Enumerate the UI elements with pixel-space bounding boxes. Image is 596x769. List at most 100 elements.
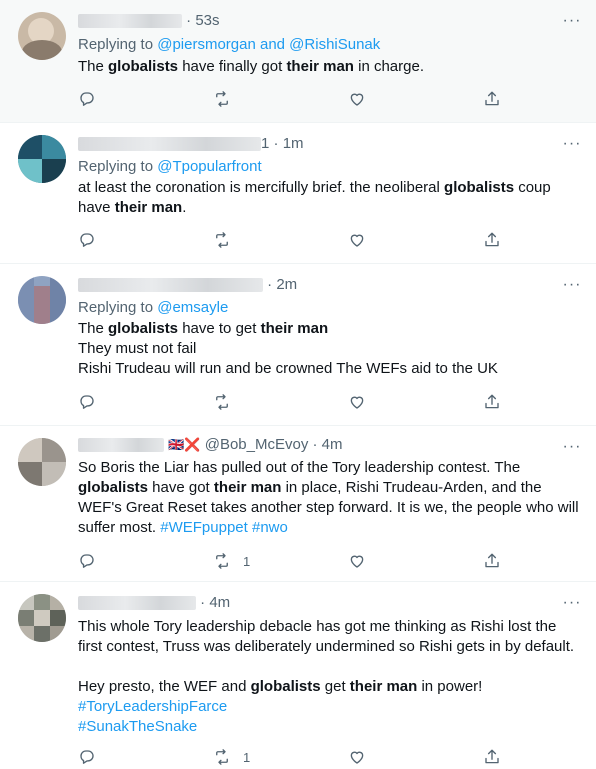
share-icon — [485, 553, 499, 568]
like-icon — [350, 93, 364, 106]
more-options-icon[interactable]: ··· — [562, 439, 582, 460]
avatar[interactable] — [18, 438, 66, 486]
separator: · — [186, 12, 192, 29]
tweet-header: · 2m — [78, 276, 297, 296]
retweet-count: 1 — [243, 749, 251, 765]
separator: · — [312, 436, 318, 453]
handle-suffix: 1 — [261, 135, 270, 152]
reply-icon — [80, 233, 94, 247]
retweet-count: 1 — [243, 553, 251, 569]
like-icon — [350, 555, 364, 568]
tweet-3[interactable]: · 2m ··· Replying to @emsayle The global… — [0, 264, 596, 426]
tweet-header: 1 · 1m — [78, 135, 304, 155]
retweet-button[interactable] — [213, 392, 231, 412]
retweet-button[interactable]: 1 — [213, 551, 250, 571]
share-icon — [485, 394, 499, 409]
like-icon — [350, 751, 364, 764]
more-options-icon[interactable]: ··· — [562, 13, 582, 34]
tweet-actions — [78, 89, 504, 109]
timestamp[interactable]: 4m — [322, 436, 343, 453]
reply-icon — [80, 395, 94, 409]
separator: · — [273, 135, 279, 152]
tweet-1[interactable]: · 53s ··· Replying to @piersmorgan and @… — [0, 0, 596, 123]
reply-mention-link[interactable]: @Tpopularfront — [157, 158, 261, 175]
retweet-button[interactable]: 1 — [213, 747, 250, 767]
tweet-actions: 1 — [78, 747, 504, 767]
hashtag-link[interactable]: #ToryLeadershipFarce — [78, 698, 227, 715]
share-button[interactable] — [483, 551, 501, 571]
blurred-username — [78, 438, 164, 453]
more-options-icon[interactable]: ··· — [562, 277, 582, 298]
blurred-username — [78, 278, 263, 293]
tweet-2[interactable]: 1 · 1m ··· Replying to @Tpopularfront at… — [0, 123, 596, 264]
share-button[interactable] — [483, 89, 501, 109]
share-icon — [485, 232, 499, 247]
like-button[interactable] — [348, 392, 366, 412]
tweet-actions — [78, 230, 504, 250]
reply-icon — [80, 554, 94, 568]
handle[interactable]: @Bob_McEvoy — [205, 436, 309, 453]
tweet-text: at least the coronation is mercifully br… — [78, 179, 551, 216]
like-button[interactable] — [348, 230, 366, 250]
reply-icon — [80, 92, 94, 106]
reply-icon — [80, 750, 94, 764]
cross-mark-icon: ❌ — [184, 437, 201, 452]
reply-mentions-link[interactable]: @piersmorgan and @RishiSunak — [157, 36, 380, 53]
replying-to: Replying to @piersmorgan and @RishiSunak — [78, 36, 381, 53]
tweet-actions: 1 — [78, 551, 504, 571]
hashtag-link[interactable]: #nwo — [252, 519, 288, 536]
like-icon — [350, 234, 364, 247]
reply-button[interactable] — [78, 551, 96, 571]
blurred-username — [78, 596, 196, 611]
separator: · — [267, 276, 273, 293]
retweet-icon — [216, 91, 228, 107]
like-button[interactable] — [348, 747, 366, 767]
more-options-icon[interactable]: ··· — [562, 136, 582, 157]
blurred-username — [78, 14, 182, 29]
timestamp[interactable]: 53s — [195, 12, 219, 29]
reply-button[interactable] — [78, 89, 96, 109]
share-button[interactable] — [483, 230, 501, 250]
share-icon — [485, 749, 499, 764]
like-button[interactable] — [348, 89, 366, 109]
more-options-icon[interactable]: ··· — [562, 595, 582, 616]
separator: · — [200, 594, 206, 611]
replying-to: Replying to @Tpopularfront — [78, 158, 262, 175]
tweet-4[interactable]: 🇬🇧❌ @Bob_McEvoy · 4m ··· So Boris the Li… — [0, 426, 596, 582]
retweet-button[interactable] — [213, 230, 231, 250]
retweet-icon — [216, 232, 228, 248]
avatar[interactable] — [18, 276, 66, 324]
tweet-text: This whole Tory leadership debacle has g… — [78, 618, 575, 735]
tweet-actions — [78, 392, 504, 412]
reply-button[interactable] — [78, 747, 96, 767]
blurred-username — [78, 137, 261, 152]
tweet-header: · 53s — [78, 12, 220, 32]
like-icon — [350, 396, 364, 409]
retweet-button[interactable] — [213, 89, 231, 109]
like-button[interactable] — [348, 551, 366, 571]
share-button[interactable] — [483, 392, 501, 412]
replying-to: Replying to @emsayle — [78, 299, 229, 316]
tweet-5[interactable]: · 4m ··· This whole Tory leadership deba… — [0, 582, 596, 769]
retweet-icon — [216, 394, 228, 410]
retweet-icon — [216, 749, 228, 765]
tweet-text: So Boris the Liar has pulled out of the … — [78, 459, 579, 536]
hashtag-link[interactable]: #SunakTheSnake — [78, 718, 197, 735]
avatar[interactable] — [18, 135, 66, 183]
tweet-header: · 4m — [78, 594, 230, 614]
hashtag-link[interactable]: #WEFpuppet — [160, 519, 248, 536]
retweet-icon — [216, 553, 228, 569]
timestamp[interactable]: 1m — [283, 135, 304, 152]
avatar[interactable] — [18, 594, 66, 642]
tweet-text: The globalists have finally got their ma… — [78, 58, 424, 75]
share-button[interactable] — [483, 747, 501, 767]
timestamp[interactable]: 4m — [209, 594, 230, 611]
share-icon — [485, 91, 499, 106]
avatar[interactable] — [18, 12, 66, 60]
reply-button[interactable] — [78, 392, 96, 412]
tweet-header: 🇬🇧❌ @Bob_McEvoy · 4m — [78, 436, 343, 456]
reply-mention-link[interactable]: @emsayle — [157, 299, 228, 316]
timestamp[interactable]: 2m — [276, 276, 297, 293]
reply-button[interactable] — [78, 230, 96, 250]
uk-flag-icon: 🇬🇧 — [168, 437, 185, 452]
